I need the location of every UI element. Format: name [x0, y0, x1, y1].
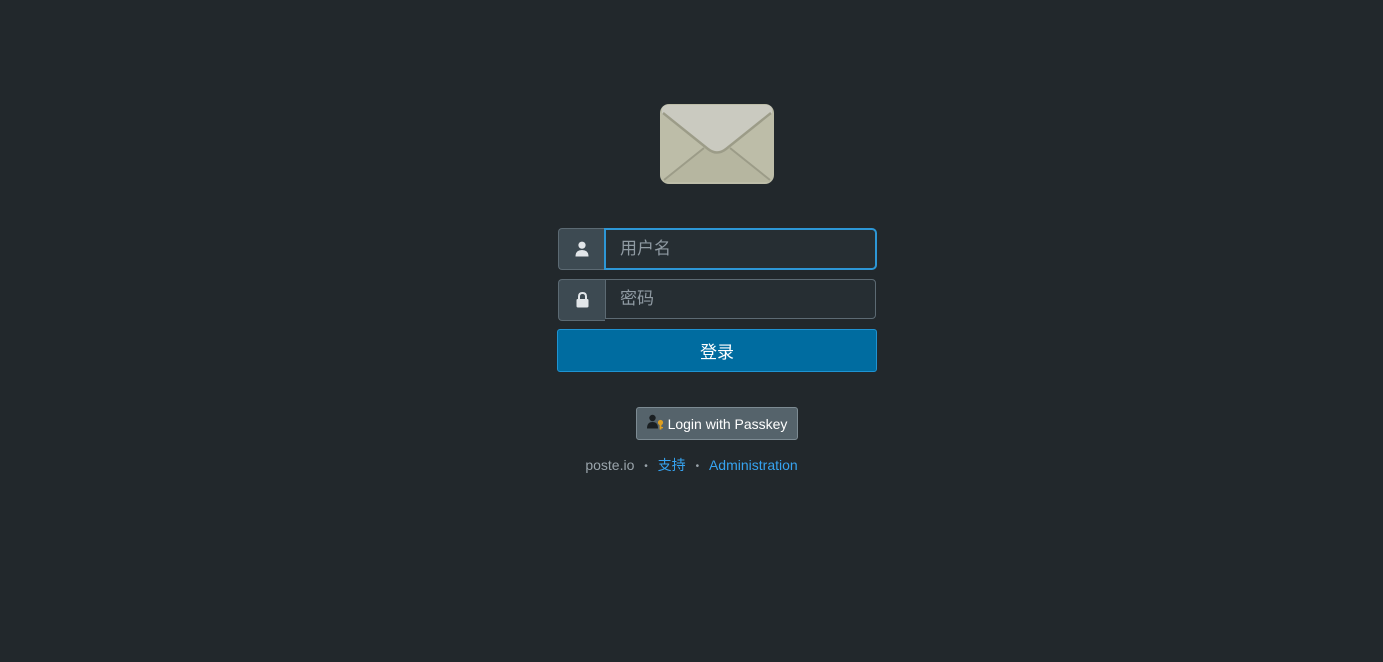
user-icon [558, 228, 605, 270]
lock-icon [558, 279, 605, 321]
envelope-logo-icon [660, 104, 774, 184]
passkey-label: Login with Passkey [667, 415, 788, 432]
passkey-login-button[interactable]: Login with Passkey [636, 407, 798, 440]
separator: • [644, 461, 648, 472]
separator: • [695, 461, 700, 472]
password-group [558, 279, 876, 321]
support-link[interactable]: 支持 [658, 457, 686, 473]
password-input[interactable] [605, 279, 876, 319]
username-input[interactable] [605, 229, 876, 269]
user-key-icon [646, 414, 665, 433]
footer: poste.io • 支持 • Administration [0, 455, 1383, 475]
username-group [558, 228, 876, 270]
administration-link[interactable]: Administration [709, 457, 798, 473]
brand-name: poste.io [585, 457, 635, 473]
login-button[interactable]: 登录 [557, 329, 877, 372]
